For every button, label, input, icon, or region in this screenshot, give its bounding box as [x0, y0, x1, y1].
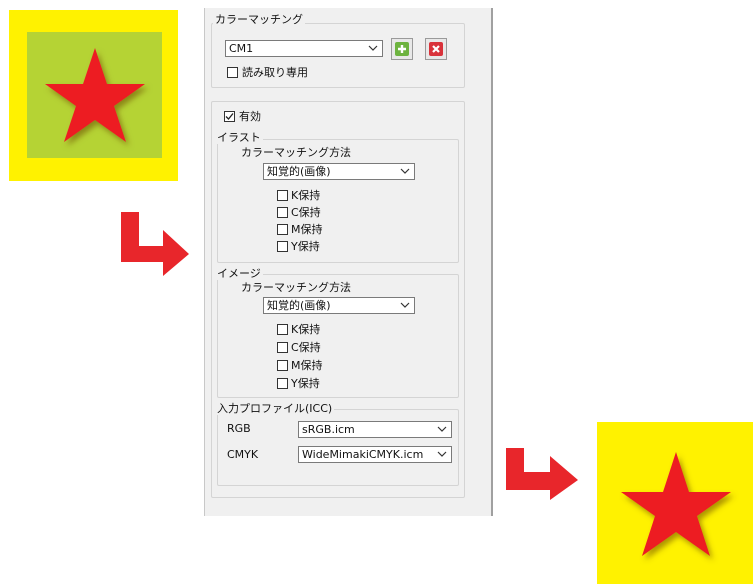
illust-method-select[interactable]: 知覚的(画像) [263, 163, 415, 180]
rgb-label: RGB [227, 422, 251, 435]
chevron-down-icon [368, 45, 378, 51]
chevron-down-icon [400, 302, 410, 308]
image-m-label: M保持 [291, 359, 323, 372]
image-y-checkbox[interactable] [277, 378, 288, 389]
image-m-checkbox[interactable] [277, 360, 288, 371]
arrow-right-icon [506, 448, 578, 500]
illust-y-checkbox[interactable] [277, 241, 288, 252]
illust-c-checkbox[interactable] [277, 207, 288, 218]
chevron-down-icon [400, 168, 410, 174]
x-icon [429, 42, 443, 56]
enabled-checkbox[interactable] [224, 111, 235, 122]
add-profile-button[interactable] [391, 38, 413, 60]
color-matching-group-label: カラーマッチング [213, 13, 305, 26]
readonly-checkbox[interactable] [227, 67, 238, 78]
cmyk-label: CMYK [227, 448, 259, 461]
illust-k-checkbox[interactable] [277, 190, 288, 201]
delete-profile-button[interactable] [425, 38, 447, 60]
readonly-label: 読み取り専用 [242, 66, 308, 79]
illust-method-value: 知覚的(画像) [267, 165, 331, 178]
illust-m-label: M保持 [291, 223, 323, 236]
arrow-right-icon [121, 212, 189, 276]
image-k-label: K保持 [291, 323, 321, 336]
image-k-checkbox[interactable] [277, 324, 288, 335]
image-method-value: 知覚的(画像) [267, 299, 331, 312]
rgb-profile-select[interactable]: sRGB.icm [298, 421, 452, 438]
image-y-label: Y保持 [291, 377, 320, 390]
chevron-down-icon [437, 451, 447, 457]
image-method-label: カラーマッチング方法 [241, 281, 351, 294]
star-icon [45, 48, 145, 142]
plus-icon [395, 42, 409, 56]
input-profile-group-label: 入力プロファイル(ICC) [215, 402, 335, 415]
profile-select-value: CM1 [229, 42, 254, 55]
illust-k-label: K保持 [291, 189, 321, 202]
illust-y-label: Y保持 [291, 240, 320, 253]
image-c-label: C保持 [291, 341, 321, 354]
star-icon [621, 452, 731, 556]
cmyk-profile-value: WideMimakiCMYK.icm [302, 448, 424, 461]
illust-m-checkbox[interactable] [277, 224, 288, 235]
before-sample-image [9, 10, 178, 181]
after-sample-image [597, 422, 753, 584]
chevron-down-icon [437, 426, 447, 432]
image-c-checkbox[interactable] [277, 342, 288, 353]
illust-group-label: イラスト [215, 131, 263, 144]
profile-select[interactable]: CM1 [225, 40, 383, 57]
image-group-label: イメージ [215, 267, 263, 280]
rgb-profile-value: sRGB.icm [302, 423, 355, 436]
cmyk-profile-select[interactable]: WideMimakiCMYK.icm [298, 446, 452, 463]
illust-method-label: カラーマッチング方法 [241, 146, 351, 159]
image-method-select[interactable]: 知覚的(画像) [263, 297, 415, 314]
enabled-label: 有効 [239, 110, 261, 123]
color-matching-panel: カラーマッチング CM1 読み取り専用 有効 イラスト カラーマッチング方法 知… [204, 8, 493, 516]
illust-c-label: C保持 [291, 206, 321, 219]
